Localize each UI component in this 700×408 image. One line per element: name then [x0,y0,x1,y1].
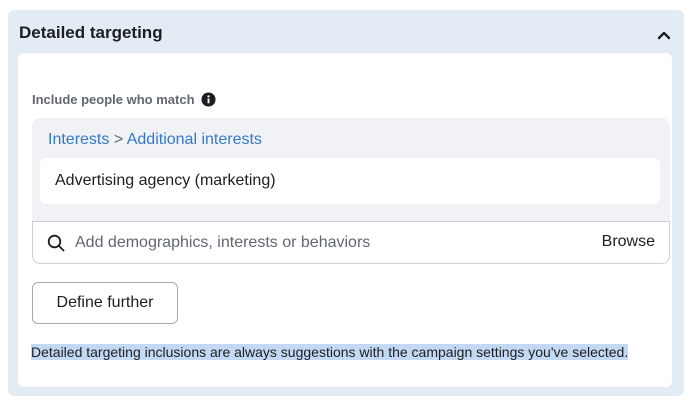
search-box: Browse [32,221,670,264]
detailed-targeting-panel: Detailed targeting Include people who ma… [8,10,684,396]
targeting-card: Include people who match Interests > Add… [18,53,672,387]
info-icon[interactable] [201,92,216,107]
breadcrumb-interests[interactable]: Interests [48,131,109,148]
include-label: Include people who match [32,92,216,107]
define-further-button[interactable]: Define further [32,282,178,324]
panel-title: Detailed targeting [19,23,163,42]
browse-button[interactable]: Browse [602,233,655,251]
breadcrumb-additional-interests[interactable]: Additional interests [127,131,262,148]
search-input[interactable] [75,233,575,252]
selected-interest[interactable]: Advertising agency (marketing) [40,158,660,204]
interest-group: Interests > Additional interests Adverti… [32,118,670,264]
chevron-up-icon [657,31,671,40]
search-icon [47,234,65,252]
suggestion-note: Detailed targeting inclusions are always… [31,343,651,362]
breadcrumb-separator: > [113,131,124,148]
breadcrumb: Interests > Additional interests [48,131,262,149]
collapse-button[interactable] [649,24,679,46]
suggestion-note-text: Detailed targeting inclusions are always… [31,344,629,360]
include-label-text: Include people who match [32,92,195,107]
